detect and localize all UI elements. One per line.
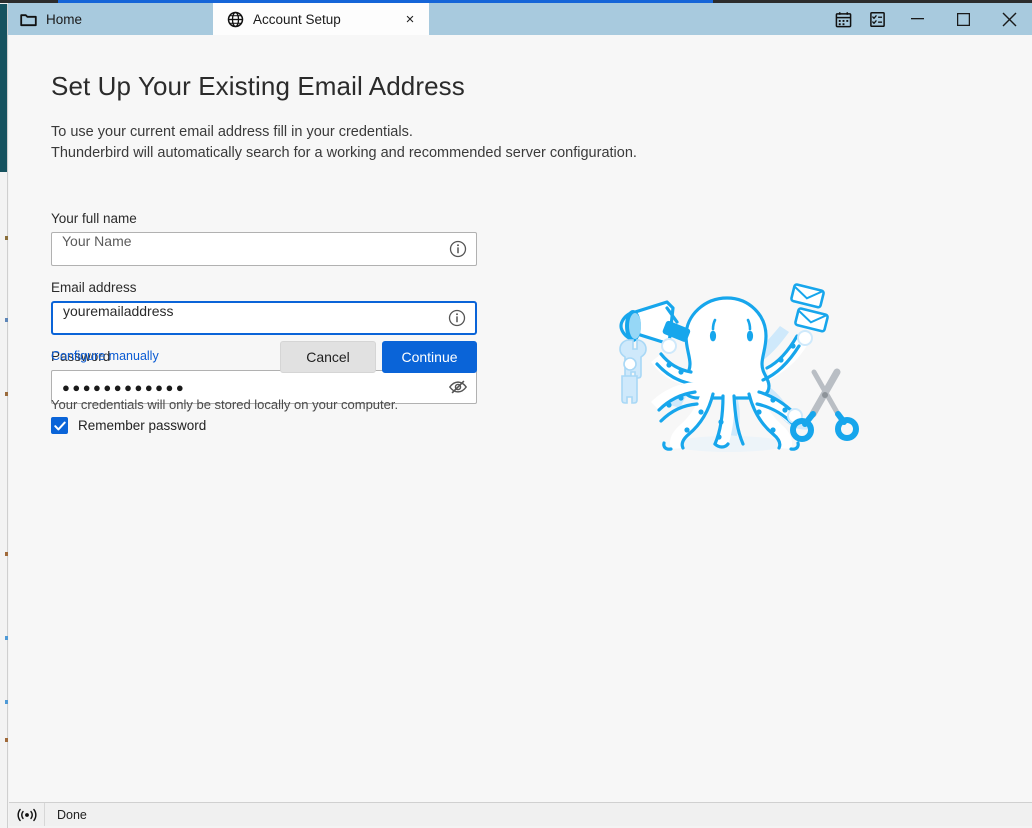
cancel-button[interactable]: Cancel — [280, 341, 376, 373]
tasks-icon[interactable] — [860, 3, 894, 35]
eye-slash-icon[interactable] — [440, 371, 476, 403]
email-label: Email address — [51, 280, 137, 295]
background-window-dot-1 — [5, 236, 8, 240]
fullname-label: Your full name — [51, 211, 137, 226]
tab-account-setup-label: Account Setup — [253, 11, 341, 27]
password-input-value: ●●●●●●●●●●●● — [62, 379, 187, 395]
configure-manually-link[interactable]: Configure manually — [51, 349, 159, 363]
folder-icon — [20, 12, 37, 27]
close-button[interactable] — [986, 3, 1032, 35]
credentials-footnote: Your credentials will only be stored loc… — [51, 397, 399, 412]
page-subtitle-line2: Thunderbird will automatically search fo… — [51, 145, 637, 161]
background-window-left-teal-band — [0, 4, 7, 172]
tab-bar: Home Account Setup × — [8, 3, 1032, 35]
page-title: Set Up Your Existing Email Address — [51, 71, 465, 101]
background-window-dot-4 — [5, 552, 8, 556]
tab-close-icon[interactable]: × — [397, 6, 423, 32]
remember-password-row[interactable]: Remember password — [51, 417, 477, 434]
account-setup-pane: Set Up Your Existing Email Address To us… — [9, 35, 1032, 802]
broadcast-icon — [9, 803, 45, 826]
fullname-input-value: Your Name — [62, 233, 132, 249]
minimize-button[interactable] — [894, 3, 940, 35]
action-row: Configure manually Cancel Continue — [51, 341, 477, 373]
remember-password-label: Remember password — [78, 418, 207, 433]
tab-home-label: Home — [46, 11, 83, 27]
background-window-dot-5 — [5, 636, 8, 640]
fullname-input[interactable]: Your Name — [51, 232, 477, 266]
tab-home[interactable]: Home — [8, 3, 213, 35]
status-bar: Done — [9, 802, 1032, 826]
calendar-icon[interactable] — [826, 3, 860, 35]
remember-password-checkbox[interactable] — [51, 417, 68, 434]
status-text: Done — [57, 807, 87, 822]
maximize-button[interactable] — [940, 3, 986, 35]
info-icon[interactable] — [439, 303, 475, 333]
info-icon[interactable] — [440, 233, 476, 265]
tab-account-setup[interactable]: Account Setup × — [213, 3, 429, 35]
background-window-dot-2 — [5, 318, 8, 322]
background-window-dot-3 — [5, 392, 8, 396]
email-input-value: youremailaddress — [63, 303, 174, 319]
background-window-dot-6 — [5, 700, 8, 704]
thunderbird-octopus-illustration: .ob { fill:none; stroke:#17a6ec; stroke-… — [609, 272, 859, 467]
email-input[interactable]: youremailaddress — [51, 301, 477, 335]
page-subtitle-line1: To use your current email address fill i… — [51, 124, 413, 140]
window-controls — [826, 3, 1032, 35]
page-subtitle: To use your current email address fill i… — [51, 122, 637, 164]
background-window-dot-7 — [5, 738, 8, 742]
thunderbird-window: Home Account Setup × Set Up Your Existin… — [0, 0, 1032, 828]
globe-icon — [227, 11, 244, 28]
continue-button[interactable]: Continue — [382, 341, 477, 373]
